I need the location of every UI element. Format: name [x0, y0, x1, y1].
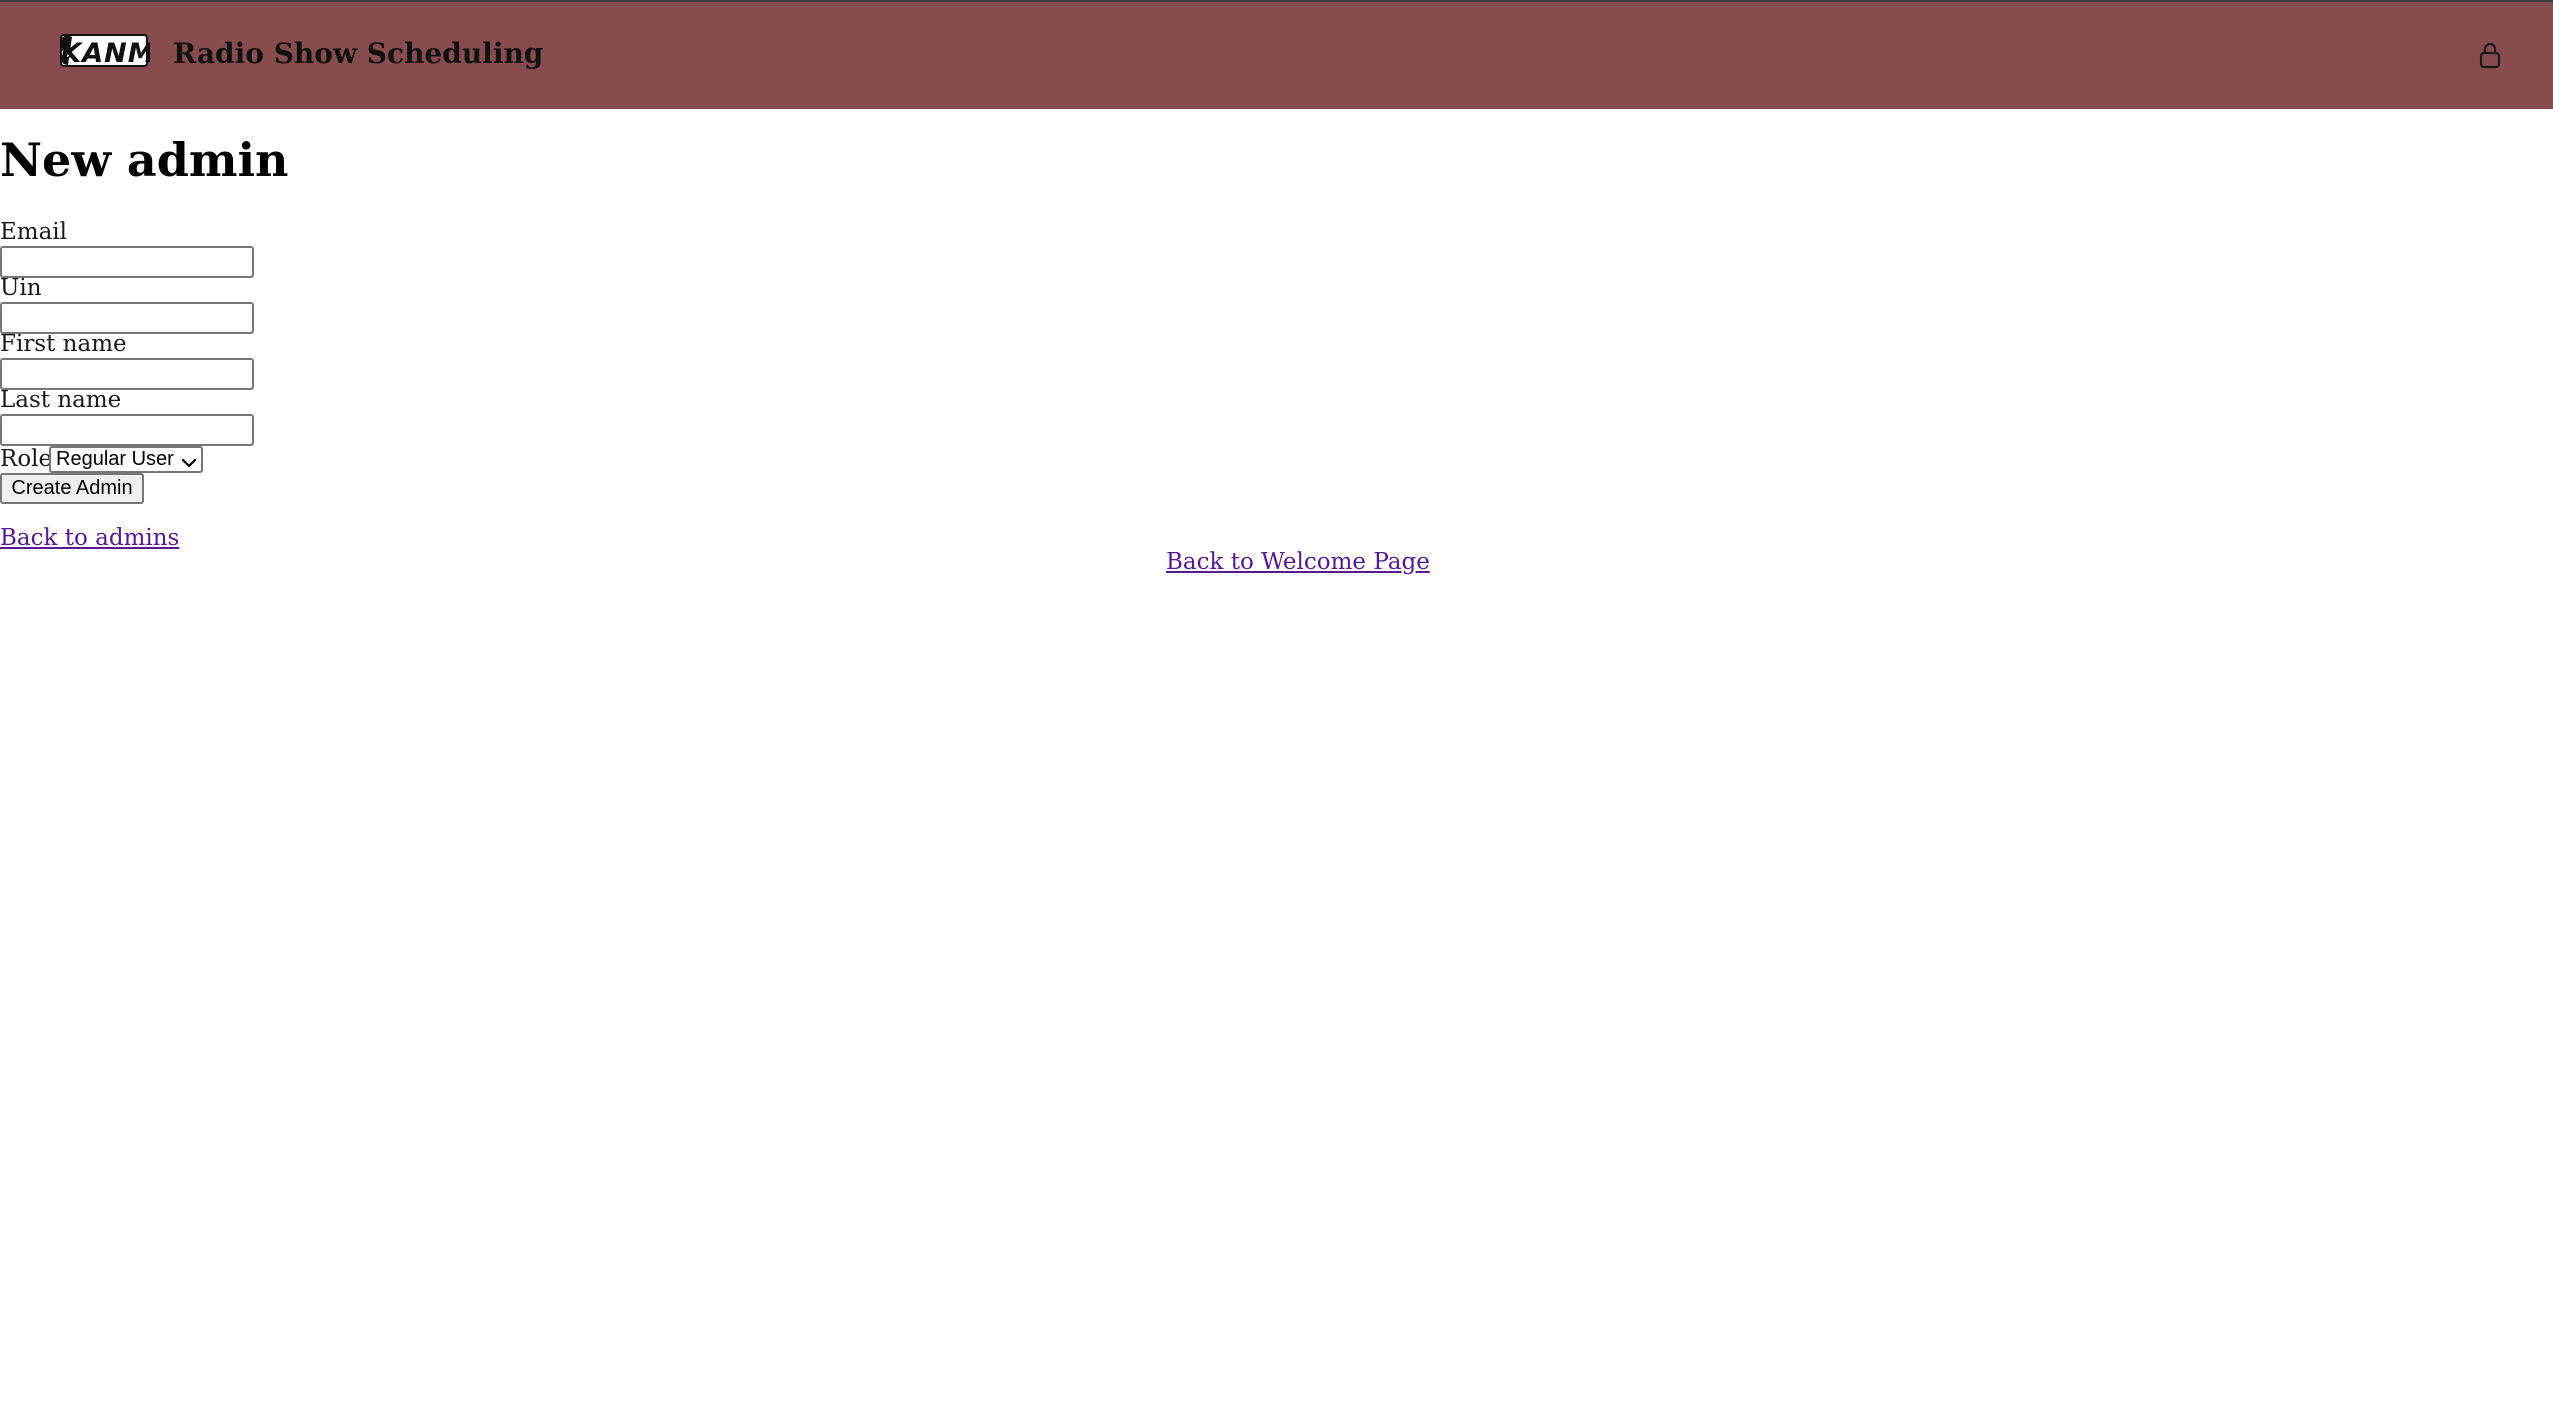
- top-navbar: KANM Radio Show Scheduling: [0, 0, 2553, 109]
- back-to-admins-link[interactable]: Back to admins: [0, 524, 179, 552]
- role-label: Role: [0, 446, 53, 472]
- role-select[interactable]: Regular User: [49, 446, 203, 473]
- logo-text: KANM: [60, 38, 150, 69]
- uin-label: Uin: [0, 275, 42, 301]
- chevron-down-icon: [181, 453, 197, 468]
- last-name-label: Last name: [0, 387, 122, 413]
- page-title: New admin: [0, 133, 289, 187]
- user-icon[interactable]: [2477, 42, 2503, 70]
- last-name-field[interactable]: [0, 414, 254, 446]
- email-label: Email: [0, 219, 68, 245]
- back-to-welcome-link[interactable]: Back to Welcome Page: [1166, 548, 1430, 576]
- create-admin-button[interactable]: Create Admin: [0, 473, 144, 504]
- kanm-logo[interactable]: KANM: [58, 31, 155, 70]
- first-name-label: First name: [0, 331, 127, 357]
- role-selected-value: Regular User: [56, 448, 174, 470]
- app-title[interactable]: Radio Show Scheduling: [173, 34, 543, 74]
